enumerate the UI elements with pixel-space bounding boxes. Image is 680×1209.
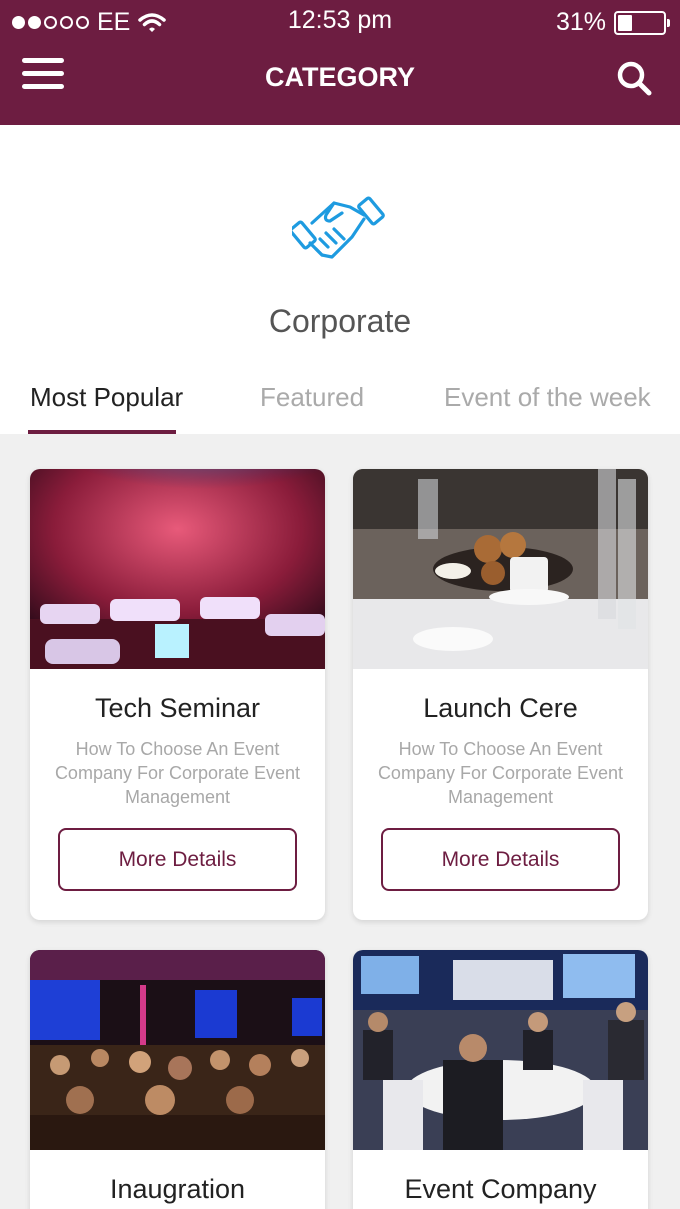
event-title: Tech Seminar <box>94 693 261 723</box>
event-card[interactable]: Tech Seminar How To Choose An Event Comp… <box>30 469 325 920</box>
event-description: How To Choose An Event Company For Corpo… <box>377 739 624 807</box>
banquet-dinner-photo <box>353 950 648 1150</box>
tab-event-of-the-week[interactable]: Event of the week <box>444 382 651 413</box>
event-card[interactable]: Inaugration <box>30 950 325 1209</box>
event-venue-lounge-photo <box>30 469 325 669</box>
event-card[interactable]: Launch Cere How To Choose An Event Compa… <box>353 469 648 920</box>
dining-table-setting-photo <box>353 469 648 669</box>
page-title: CATEGORY <box>264 62 415 92</box>
tab-most-popular[interactable]: Most Popular <box>30 382 183 413</box>
more-details-button[interactable]: More Details <box>58 828 297 891</box>
active-tab-indicator <box>28 430 176 434</box>
category-hero: Corporate Most Popular Featured Event of… <box>0 125 680 434</box>
more-details-button[interactable]: More Details <box>381 828 620 891</box>
status-bar: EE 12:53 pm 31% <box>0 0 680 44</box>
battery-percent: 31% <box>555 8 606 36</box>
battery-icon <box>614 10 670 35</box>
event-title: Launch Cere <box>423 693 578 723</box>
tab-featured[interactable]: Featured <box>260 382 364 413</box>
event-card[interactable]: Event Company <box>353 950 648 1209</box>
app-header: EE 12:53 pm 31% CATEGORY <box>0 0 680 125</box>
event-title: Inaugration <box>109 1174 246 1204</box>
search-icon[interactable] <box>616 60 652 96</box>
event-description: How To Choose An Event Company For Corpo… <box>54 739 301 807</box>
event-title: Event Company <box>404 1174 597 1204</box>
category-name: Corporate <box>268 303 412 339</box>
conference-audience-photo <box>30 950 325 1150</box>
handshake-icon <box>292 196 385 259</box>
tab-bar: Most Popular Featured Event of the week <box>0 375 680 434</box>
nav-bar: CATEGORY <box>0 44 680 125</box>
